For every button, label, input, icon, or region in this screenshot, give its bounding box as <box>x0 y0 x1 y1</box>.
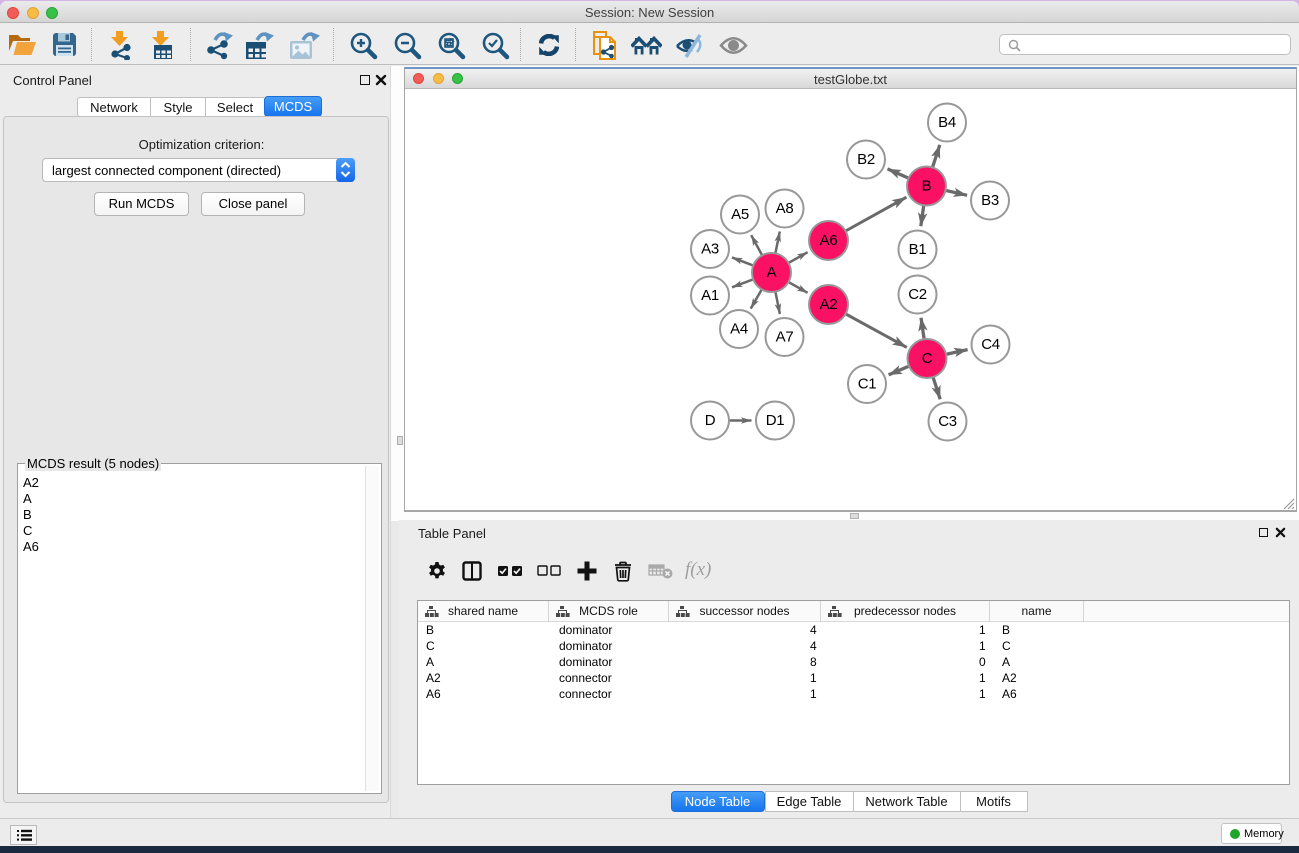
svg-text:A5: A5 <box>731 206 749 223</box>
svg-text:A2: A2 <box>820 296 838 313</box>
svg-text:A3: A3 <box>701 241 719 258</box>
svg-text:C4: C4 <box>981 336 1000 353</box>
svg-text:B2: B2 <box>857 151 875 168</box>
svg-text:D1: D1 <box>766 412 785 429</box>
svg-text:C1: C1 <box>858 376 877 393</box>
svg-text:B: B <box>922 178 932 195</box>
svg-text:A8: A8 <box>776 200 794 217</box>
svg-text:B3: B3 <box>981 192 999 209</box>
svg-text:B4: B4 <box>938 114 956 131</box>
svg-text:C2: C2 <box>908 286 927 303</box>
svg-text:D: D <box>705 412 716 429</box>
svg-text:A6: A6 <box>820 232 838 249</box>
svg-text:A: A <box>767 264 777 281</box>
svg-text:A7: A7 <box>776 329 794 346</box>
svg-text:A1: A1 <box>701 287 719 304</box>
svg-text:C: C <box>922 350 933 367</box>
svg-text:B1: B1 <box>909 241 927 258</box>
svg-text:C3: C3 <box>938 413 957 430</box>
svg-text:A4: A4 <box>730 321 748 338</box>
